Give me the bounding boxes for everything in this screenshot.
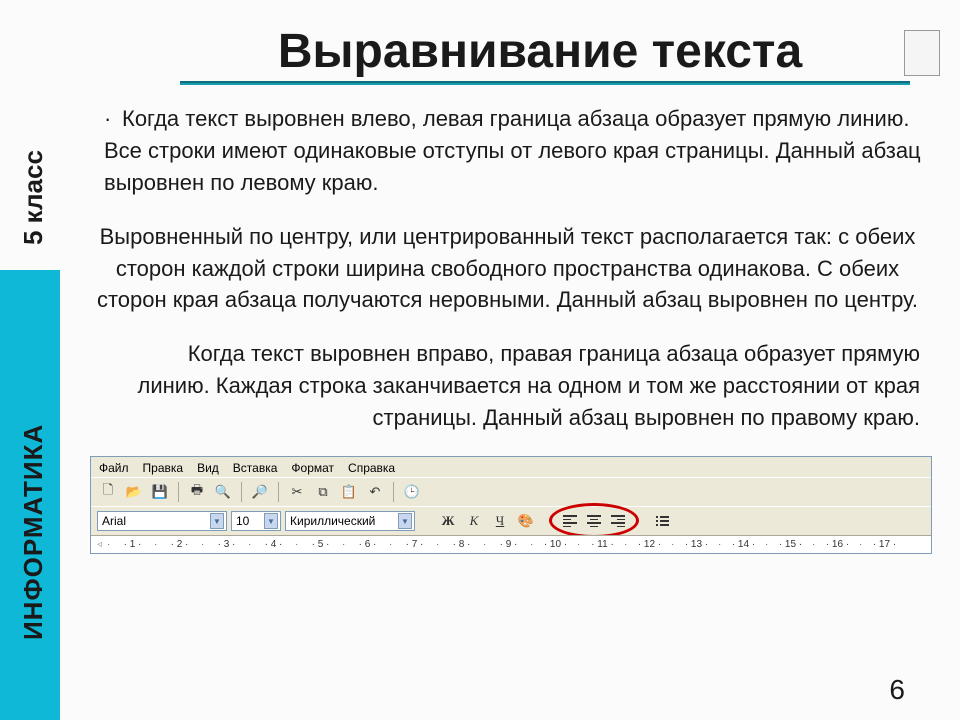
print-icon[interactable]: 🖶 [186,481,208,503]
cut-icon[interactable]: ✂ [286,481,308,503]
menu-edit[interactable]: Правка [143,461,184,475]
wordpad-toolbar: Файл Правка Вид Вставка Формат Справка 🗋… [90,456,932,554]
separator [241,482,242,502]
separator [178,482,179,502]
main-content: Выравнивание текста ·Когда текст выровне… [60,0,960,720]
script-value: Кириллический [290,514,375,528]
paragraph-left-aligned: ·Когда текст выровнен влево, левая грани… [80,103,940,199]
toolbar-row-format: Arial ▼ 10 ▼ Кириллический ▼ Ж К Ч 🎨 [91,506,931,535]
ruler-mark: · 8 · [438,539,485,550]
ruler: ◃ · 1 ·· 2 ·· 3 ·· 4 ·· 5 ·· 6 ·· 7 ·· 8… [91,535,931,553]
color-button[interactable]: 🎨 [515,510,537,532]
align-left-icon [563,515,577,527]
ruler-mark: · 1 · [109,539,156,550]
bullet-list-icon [656,516,669,526]
ruler-mark: · 12 · [626,539,673,550]
bold-button[interactable]: Ж [437,510,459,532]
underline-button[interactable]: Ч [489,510,511,532]
align-right-icon [611,515,625,527]
paragraph-right-aligned: Когда текст выровнен вправо, правая гран… [80,338,940,434]
undo-icon[interactable]: ↶ [364,481,386,503]
ruler-mark: · 10 · [532,539,579,550]
ruler-mark: · 4 · [250,539,297,550]
ruler-mark: · 6 · [344,539,391,550]
grade-label: 5 класс [18,150,49,245]
italic-button[interactable]: К [463,510,485,532]
bullet-icon: · [104,103,122,135]
subject-label: ИНФОРМАТИКА [18,424,49,640]
menu-bar: Файл Правка Вид Вставка Формат Справка [91,457,931,477]
ruler-mark: · 15 · [767,539,814,550]
preview-icon[interactable]: 🔍 [212,481,234,503]
find-icon[interactable]: 🔎 [249,481,271,503]
ruler-mark: · 2 · [156,539,203,550]
menu-file[interactable]: Файл [99,461,129,475]
title-underline [180,81,910,85]
copy-icon[interactable]: ⧉ [312,481,334,503]
font-name-combo[interactable]: Arial ▼ [97,511,227,531]
align-center-button[interactable] [583,510,605,532]
new-file-icon[interactable]: 🗋 [97,481,119,503]
menu-view[interactable]: Вид [197,461,219,475]
ruler-mark: · 9 · [485,539,532,550]
bullet-list-button[interactable] [651,510,673,532]
chevron-down-icon[interactable]: ▼ [264,513,278,529]
slide-title: Выравнивание текста [80,24,940,79]
align-left-button[interactable] [559,510,581,532]
datetime-icon[interactable]: 🕒 [401,481,423,503]
page-number: 6 [889,674,905,706]
ruler-mark: · 14 · [720,539,767,550]
ruler-mark: · 5 · [297,539,344,550]
align-right-button[interactable] [607,510,629,532]
menu-insert[interactable]: Вставка [233,461,278,475]
save-icon[interactable]: 💾 [149,481,171,503]
toolbar-row-standard: 🗋 📂 💾 🖶 🔍 🔎 ✂ ⧉ 📋 ↶ 🕒 [91,477,931,506]
font-name-value: Arial [102,514,126,528]
ruler-mark: · 11 · [579,539,626,550]
font-size-combo[interactable]: 10 ▼ [231,511,281,531]
chevron-down-icon[interactable]: ▼ [398,513,412,529]
nav-placeholder [904,30,940,76]
script-combo[interactable]: Кириллический ▼ [285,511,415,531]
chevron-down-icon[interactable]: ▼ [210,513,224,529]
ruler-mark: · 13 · [673,539,720,550]
separator [393,482,394,502]
menu-help[interactable]: Справка [348,461,395,475]
ruler-mark: · 3 · [203,539,250,550]
menu-format[interactable]: Формат [291,461,334,475]
ruler-mark: · 7 · [391,539,438,550]
para-left-text: Когда текст выровнен влево, левая границ… [104,106,921,195]
alignment-group [559,510,629,532]
ruler-mark: · 16 · [814,539,861,550]
separator [278,482,279,502]
open-file-icon[interactable]: 📂 [123,481,145,503]
ruler-marks: ◃ · 1 ·· 2 ·· 3 ·· 4 ·· 5 ·· 6 ·· 7 ·· 8… [97,539,925,550]
ruler-mark: · 17 · [861,539,908,550]
paragraph-center-aligned: Выровненный по центру, или центрированны… [80,221,940,317]
align-center-icon [587,515,601,527]
font-size-value: 10 [236,514,249,528]
paste-icon[interactable]: 📋 [338,481,360,503]
